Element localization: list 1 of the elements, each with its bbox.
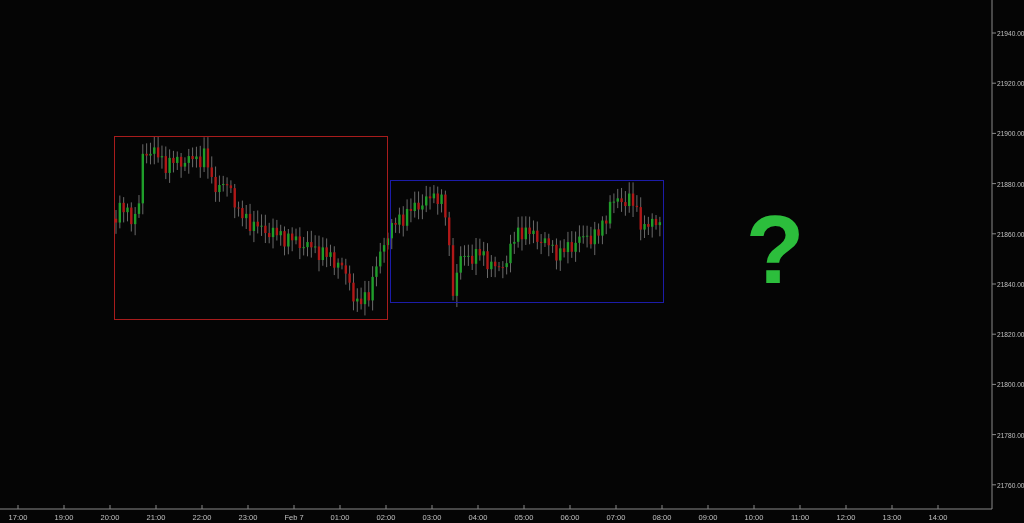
question-mark: ? <box>745 196 805 303</box>
